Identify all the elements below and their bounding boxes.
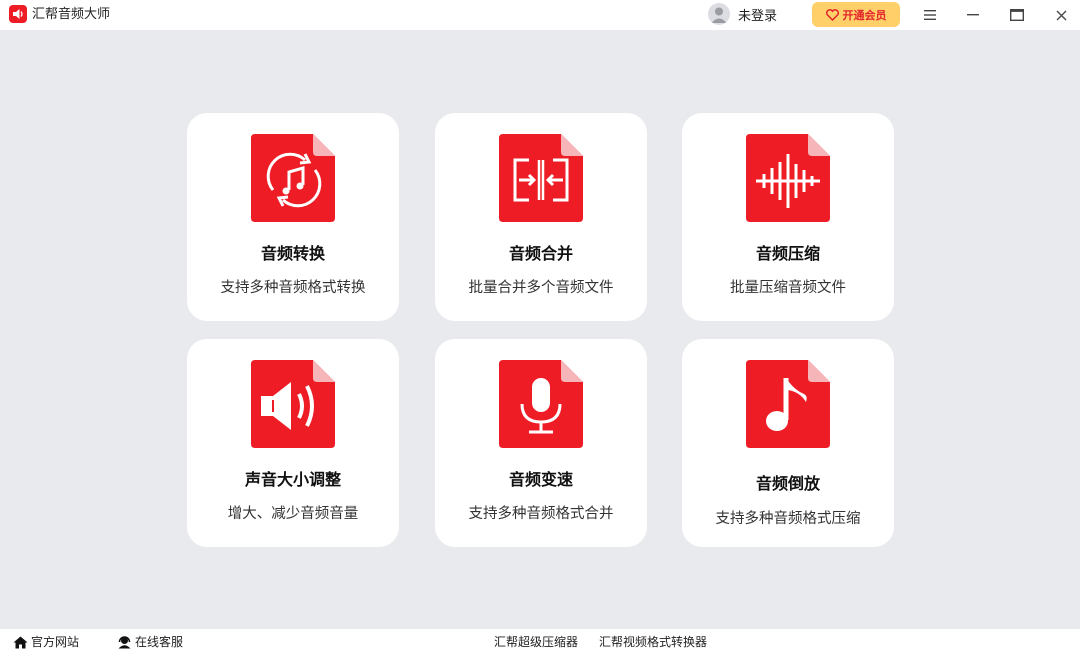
feature-desc: 批量合并多个音频文件	[468, 280, 614, 296]
minimize-icon	[967, 14, 979, 16]
app-logo-icon	[9, 5, 27, 23]
headset-icon	[118, 636, 131, 649]
feature-title: 音频倒放	[755, 474, 820, 493]
feature-title: 音频变速	[508, 470, 573, 489]
waveform-compress-icon	[746, 134, 830, 222]
official-website-link[interactable]: 官方网站	[13, 634, 79, 650]
microphone-icon	[499, 360, 583, 448]
vip-label: 开通会员	[842, 8, 887, 22]
feature-desc: 支持多种音频格式转换	[220, 280, 366, 296]
music-note-icon	[746, 360, 830, 448]
feature-card-volume-adjust[interactable]: 声音大小调整 增大、减少音频音量	[187, 339, 399, 547]
product-link-video-converter-label: 汇帮视频格式转换器	[599, 635, 708, 649]
merge-icon	[499, 134, 583, 222]
feature-title: 音频合并	[508, 244, 573, 263]
footer-bar: 官方网站 在线客服 汇帮超级压缩器 汇帮视频格式转换器	[0, 629, 1080, 653]
feature-card-audio-compress[interactable]: 音频压缩 批量压缩音频文件	[682, 113, 894, 321]
maximize-icon	[1010, 9, 1024, 21]
feature-title: 音频压缩	[755, 244, 820, 263]
menu-button[interactable]	[910, 0, 950, 30]
product-link-compressor[interactable]: 汇帮超级压缩器	[494, 634, 578, 650]
product-link-video-converter[interactable]: 汇帮视频格式转换器	[599, 634, 707, 650]
vip-button[interactable]: 开通会员	[812, 2, 900, 27]
close-icon	[1056, 10, 1066, 20]
menu-icon	[924, 10, 936, 20]
online-support-link[interactable]: 在线客服	[117, 634, 183, 650]
avatar	[708, 3, 730, 25]
feature-desc: 批量压缩音频文件	[730, 280, 846, 296]
product-link-compressor-label: 汇帮超级压缩器	[494, 635, 579, 649]
minimize-button[interactable]	[953, 0, 993, 30]
feature-desc: 支持多种音频格式合并	[468, 506, 614, 522]
login-status: 未登录	[738, 8, 778, 24]
online-support-label: 在线客服	[135, 635, 184, 649]
title-bar: 汇帮音频大师 未登录 开通会员	[0, 0, 1080, 30]
feature-card-audio-reverse[interactable]: 音频倒放 支持多种音频格式压缩	[682, 339, 894, 547]
maximize-button[interactable]	[997, 0, 1037, 30]
feature-card-audio-speed[interactable]: 音频变速 支持多种音频格式合并	[435, 339, 647, 547]
feature-desc: 增大、减少音频音量	[227, 506, 359, 522]
feature-title: 声音大小调整	[244, 470, 341, 489]
login-button[interactable]: 未登录	[708, 2, 777, 26]
feature-title: 音频转换	[260, 244, 325, 263]
feature-card-audio-convert[interactable]: 音频转换 支持多种音频格式转换	[187, 113, 399, 321]
close-button[interactable]	[1041, 0, 1080, 30]
user-icon	[711, 7, 727, 23]
app-title: 汇帮音频大师	[32, 7, 111, 22]
official-website-label: 官方网站	[31, 635, 80, 649]
home-icon	[13, 636, 28, 648]
feature-card-audio-merge[interactable]: 音频合并 批量合并多个音频文件	[435, 113, 647, 321]
music-convert-icon	[251, 134, 335, 222]
feature-desc: 支持多种音频格式压缩	[715, 511, 861, 527]
speaker-volume-icon	[251, 360, 335, 448]
heart-icon	[825, 8, 839, 21]
